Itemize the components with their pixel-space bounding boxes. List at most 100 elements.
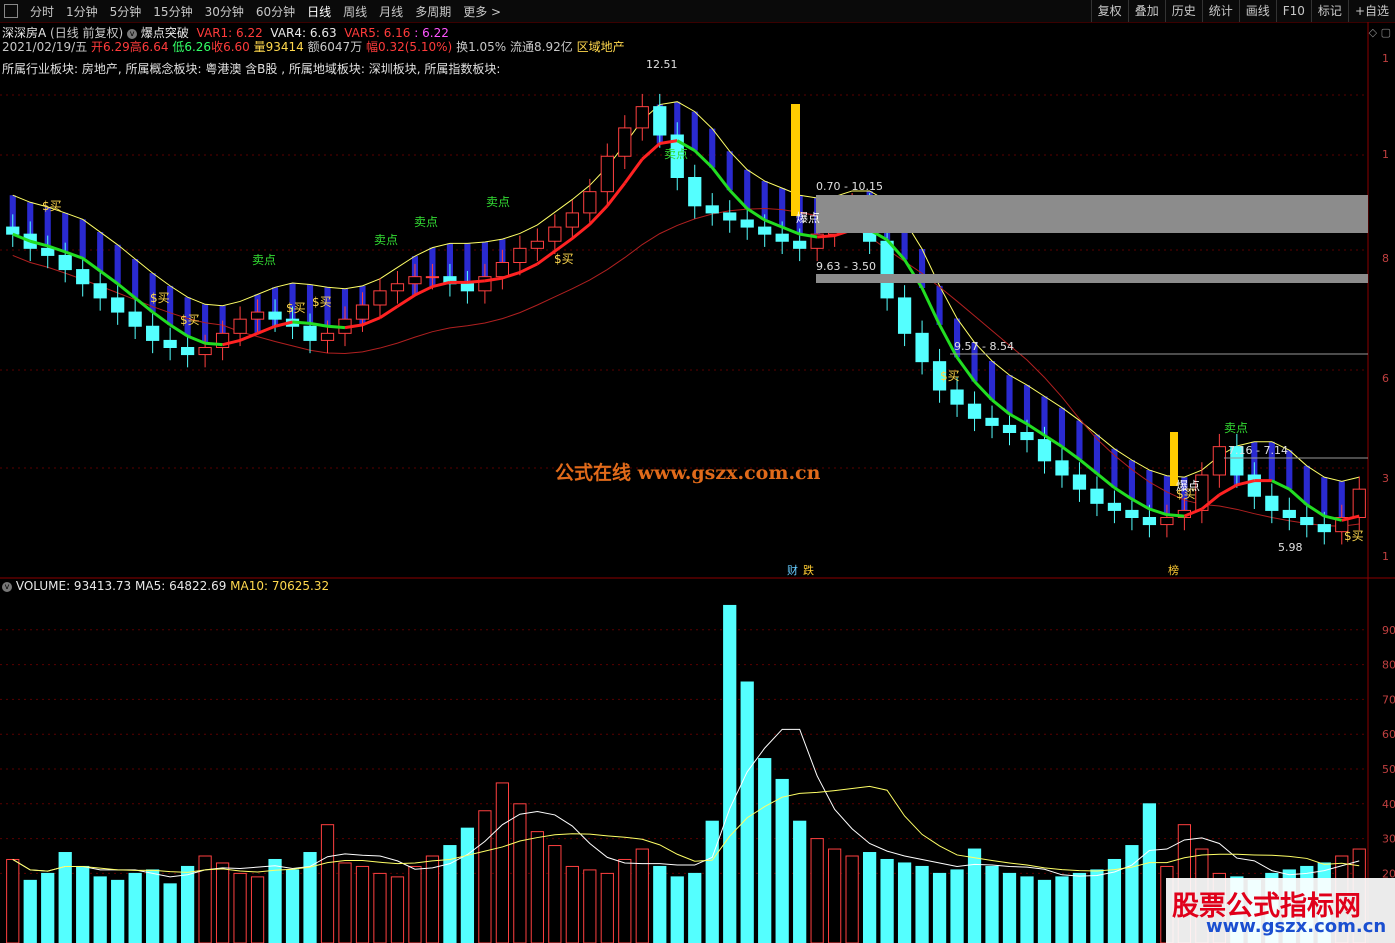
candle-body [320, 332, 335, 341]
candle-body [180, 347, 195, 356]
volume-bar [478, 810, 492, 943]
candle-body [233, 318, 247, 334]
price-axis-label: 6 [1382, 372, 1389, 385]
candle-body [1265, 495, 1279, 511]
price-axis-label: 1 [1382, 148, 1389, 161]
candle-body [583, 191, 597, 214]
volume-bar [705, 820, 719, 943]
watermark-corner-url: www.gszx.com.cn [1206, 916, 1387, 937]
volume-bar [250, 876, 265, 943]
volume-bar [320, 824, 335, 943]
volume-bar [967, 848, 982, 943]
volume-bar [793, 820, 807, 943]
volume-bar [723, 604, 737, 943]
volume-bar [1020, 876, 1034, 943]
candle-body [985, 417, 999, 426]
sell-signal-label: 卖点 [1224, 421, 1248, 435]
candle-body [6, 226, 20, 235]
candle-body [268, 311, 282, 320]
trend-ma-segment [519, 262, 539, 274]
candle-body [390, 283, 405, 292]
volume-bar [6, 858, 20, 943]
volume-ma5: MA5: 64822.69 [135, 579, 227, 593]
candle-body [408, 276, 422, 285]
volume-bar [215, 862, 230, 943]
candle-body [76, 269, 90, 285]
volume-dropdown-icon[interactable]: v [2, 581, 12, 592]
volume-bar [775, 778, 789, 943]
volume-bar [1072, 872, 1087, 943]
candle-body [565, 212, 579, 228]
buy-signal-label: $买 [554, 252, 574, 266]
buy-signal-label: $买 [180, 313, 200, 327]
candle-body [1300, 517, 1314, 526]
zone-label: 0.70 - 10.15 [816, 180, 883, 193]
volume-bar [530, 831, 544, 943]
candle-body [740, 219, 754, 228]
candle-body [758, 226, 772, 235]
candle-body [1160, 517, 1174, 526]
candle-body [250, 311, 265, 320]
volume-axis-label: 50 [1382, 763, 1395, 776]
burst-signal-bar [1170, 432, 1178, 486]
volume-bar [111, 879, 125, 943]
candle-body [1090, 488, 1104, 504]
candle-body [495, 262, 510, 278]
watermark-center: 公式在线 www.gszx.com.cn [555, 462, 821, 484]
candle-body [1072, 474, 1087, 490]
candle-body [1282, 509, 1296, 518]
volume-bar [513, 803, 527, 943]
volume-bar [985, 865, 999, 943]
candle-body [1037, 439, 1052, 462]
volume-bar [1090, 869, 1104, 943]
price-axis-label: 1 [1382, 550, 1389, 563]
volume-bar [583, 869, 597, 943]
volume-bar [128, 872, 142, 943]
volume-axis-label: 90 [1382, 624, 1395, 637]
buy-signal-label: $买 [286, 301, 306, 315]
trend-ma-segment [396, 293, 416, 308]
volume-bar [548, 845, 562, 943]
volume-bar [618, 858, 632, 943]
volume-bar [373, 872, 387, 943]
candle-body [530, 240, 544, 249]
candle-body [1212, 446, 1226, 476]
volume-bar [845, 855, 859, 943]
volume-bar [285, 869, 300, 943]
volume-bar [1002, 872, 1017, 943]
candle-body [513, 247, 527, 263]
watermark-corner: 股票公式指标网 www.gszx.com.cn [1166, 878, 1395, 943]
trend-ma-segment [1166, 513, 1185, 518]
volume-bar [163, 883, 177, 943]
trend-ma-segment [292, 320, 311, 325]
trend-ma-segment [327, 324, 346, 330]
candle-body [775, 233, 789, 242]
volume-bar [565, 865, 579, 943]
candle-body [1247, 474, 1261, 497]
buy-signal-label: $买 [312, 295, 332, 309]
candle-body [635, 106, 649, 129]
candle-body [915, 332, 929, 363]
candle-body [793, 240, 807, 249]
burst-label: 爆点 [1176, 479, 1200, 493]
volume-bar [76, 865, 90, 943]
volume-bar [828, 848, 842, 943]
candle-body [880, 240, 894, 299]
volume-bar [600, 872, 614, 943]
trend-ma-segment [379, 305, 399, 320]
volume-bar [233, 872, 247, 943]
candle-body [425, 276, 440, 279]
burst-label: 爆点 [796, 211, 820, 225]
candle-body [618, 127, 632, 157]
volume-ma10: MA10: 70625.32 [230, 579, 330, 593]
candle-body [1125, 509, 1139, 518]
volume-bar [915, 865, 929, 943]
candle-body [688, 177, 702, 207]
candle-body [705, 205, 719, 214]
volume-axis-label: 70 [1382, 693, 1395, 706]
volume-bar [1037, 879, 1052, 943]
candle-body [58, 254, 72, 271]
zone-label: 7.16 - 7.14 [1228, 444, 1288, 457]
candle-body [548, 226, 562, 242]
volume-bar [897, 862, 912, 943]
